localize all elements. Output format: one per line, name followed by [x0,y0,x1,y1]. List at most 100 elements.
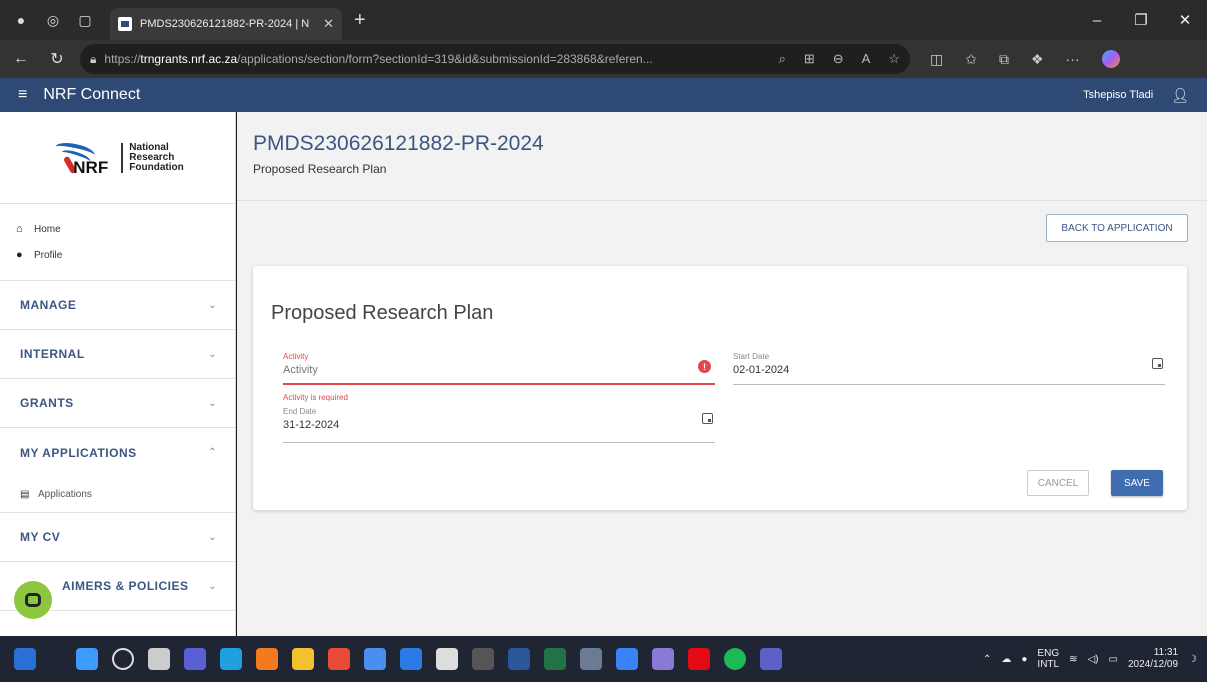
error-icon: ! [698,360,711,373]
read-aloud-icon[interactable]: A [862,51,871,67]
close-window-icon[interactable]: ✕ [1163,0,1207,40]
browser-extensions: ◫ ✩ ⧉ ❖ ··· [930,50,1120,68]
language-indicator[interactable]: ENG INTL [1037,648,1059,670]
back-to-application-button[interactable]: BACK TO APPLICATION [1046,214,1188,242]
extensions-icon[interactable]: ❖ [1031,51,1044,68]
excel-icon[interactable] [544,648,566,670]
cancel-button[interactable]: CANCEL [1027,470,1089,496]
google-chrome-app-icon[interactable] [364,648,386,670]
clock[interactable]: 11:31 2024/12/09 [1128,647,1178,671]
start-icon[interactable] [76,648,98,670]
system-tray: ⌃ ☁ ● ENG INTL ≋ ◁) ▭ 11:31 2024/12/09 ☽ [983,647,1197,671]
sidebar: NRF National Research Foundation ⌂ Home … [0,112,236,636]
research-plan-card: Proposed Research Plan Activity Activity… [253,266,1187,510]
section-label: MY APPLICATIONS [20,445,137,460]
url-host: trngrants.nrf.ac.za [140,52,238,66]
refresh-icon[interactable]: ↻ [42,49,72,69]
calendar-app-icon[interactable] [436,648,458,670]
calendar-icon[interactable] [1152,358,1163,369]
person-icon: ● [16,249,23,261]
browser-tab[interactable]: PMDS230626121882-PR-2024 | N ✕ [110,8,342,40]
battery-icon[interactable]: ▭ [1109,654,1118,665]
collections-icon[interactable]: ⧉ [999,51,1009,68]
sidebar-item-label: Applications [38,489,92,500]
word-icon[interactable] [508,648,530,670]
end-date-input[interactable]: 31-12-2024 [283,419,715,431]
sidebar-item-applications[interactable]: ▤ Applications [0,477,235,513]
netflix-icon[interactable] [688,648,710,670]
security-icon[interactable]: ● [1021,654,1027,665]
close-tab-icon[interactable]: ✕ [323,16,334,32]
chevron-up-icon[interactable]: ⌃ [983,654,991,665]
window-controls: – ❐ ✕ [1075,0,1207,40]
more-menu-icon[interactable]: ··· [1066,51,1080,67]
teams-icon[interactable] [760,648,782,670]
sidebar-section-manage[interactable]: MANAGE ⌄ [0,281,235,330]
home-icon: ⌂ [16,223,23,235]
chrome-icon[interactable] [328,648,350,670]
favorites-icon[interactable]: ✩ [965,51,977,68]
address-bar-icons: ⌕ ⊞ ⊖ A ☆ [779,51,900,67]
calendar-icon[interactable] [702,413,713,424]
widgets-icon[interactable] [14,648,36,670]
minimize-icon[interactable]: – [1075,0,1119,40]
spotify-icon[interactable] [724,648,746,670]
search-icon[interactable]: ⌕ [779,51,786,67]
start-date-input[interactable]: 02-01-2024 [733,364,1165,376]
volume-icon[interactable]: ◁) [1087,654,1098,665]
logo-line-1: National [129,141,169,153]
tab-actions-icon[interactable]: ▢ [74,9,96,31]
sidebar-item-profile[interactable]: ● Profile [0,242,235,268]
logo-line-2: Research [129,151,175,163]
photos-icon[interactable] [580,648,602,670]
url-path: /applications/section/form?sectionId=319… [237,52,653,66]
wifi-icon[interactable]: ≋ [1069,654,1077,665]
new-tab-icon[interactable]: + [354,9,366,32]
search-taskbar-icon[interactable] [112,648,134,670]
section-label: MY CV [20,530,61,544]
edge-icon[interactable] [220,648,242,670]
restore-icon[interactable]: ❐ [1119,0,1163,40]
browser-toolbar: ← ↻ 🔒︎ https:// trngrants.nrf.ac.za /app… [0,40,1207,78]
profile-avatar-icon[interactable]: ● [10,9,32,31]
notepad-icon[interactable] [652,648,674,670]
document-icon: ▤ [20,489,30,500]
onedrive-icon[interactable]: ☁ [1001,654,1011,665]
activity-input[interactable]: Activity [283,364,715,376]
split-screen-icon[interactable]: ◫ [930,51,943,68]
back-arrow-icon[interactable]: ← [6,50,36,68]
google-icon[interactable] [616,648,638,670]
workspaces-icon[interactable]: ◎ [42,9,64,31]
notifications-icon[interactable]: ☽ [1188,654,1197,665]
sidebar-item-home[interactable]: ⌂ Home [0,216,235,242]
page-title: PMDS230626121882-PR-2024 [253,132,544,155]
user-account-icon[interactable]: 👤︎ [1171,87,1189,104]
file-explorer-icon[interactable] [292,648,314,670]
start-date-field[interactable]: Start Date 02-01-2024 [733,352,1165,385]
end-date-field[interactable]: End Date 31-12-2024 [283,407,715,443]
save-button[interactable]: SAVE [1111,470,1163,496]
sidebar-section-grants[interactable]: GRANTS ⌄ [0,379,235,428]
chat-button[interactable] [14,581,52,619]
chevron-down-icon: ⌄ [208,580,217,592]
screen: ● ◎ ▢ PMDS230626121882-PR-2024 | N ✕ + –… [0,0,1207,682]
sidebar-section-internal[interactable]: INTERNAL ⌄ [0,330,235,379]
teams-chat-icon[interactable] [400,648,422,670]
sidebar-section-my-applications[interactable]: MY APPLICATIONS ⌃ [0,428,235,477]
activity-field[interactable]: Activity Activity ! [283,352,715,385]
app-available-icon[interactable]: ⊞ [804,51,815,67]
favorite-star-icon[interactable]: ☆ [888,51,900,67]
sidebar-section-my-cv[interactable]: MY CV ⌄ [0,513,235,562]
copilot-icon[interactable] [1101,50,1120,68]
zoom-icon[interactable]: ⊖ [833,51,844,67]
lock-icon[interactable]: 🔒︎ [90,52,96,67]
meet-icon[interactable] [184,648,206,670]
task-view-icon[interactable] [148,648,170,670]
snipping-tool-icon[interactable] [472,648,494,670]
user-name[interactable]: Tshepiso Tladi [1083,89,1153,101]
activity-underline [283,383,715,385]
firefox-icon[interactable] [256,648,278,670]
address-bar[interactable]: 🔒︎ https:// trngrants.nrf.ac.za /applica… [80,44,910,74]
hamburger-menu-icon[interactable]: ≡ [18,86,27,104]
windows-taskbar: ⌃ ☁ ● ENG INTL ≋ ◁) ▭ 11:31 2024/12/09 ☽ [0,636,1207,682]
